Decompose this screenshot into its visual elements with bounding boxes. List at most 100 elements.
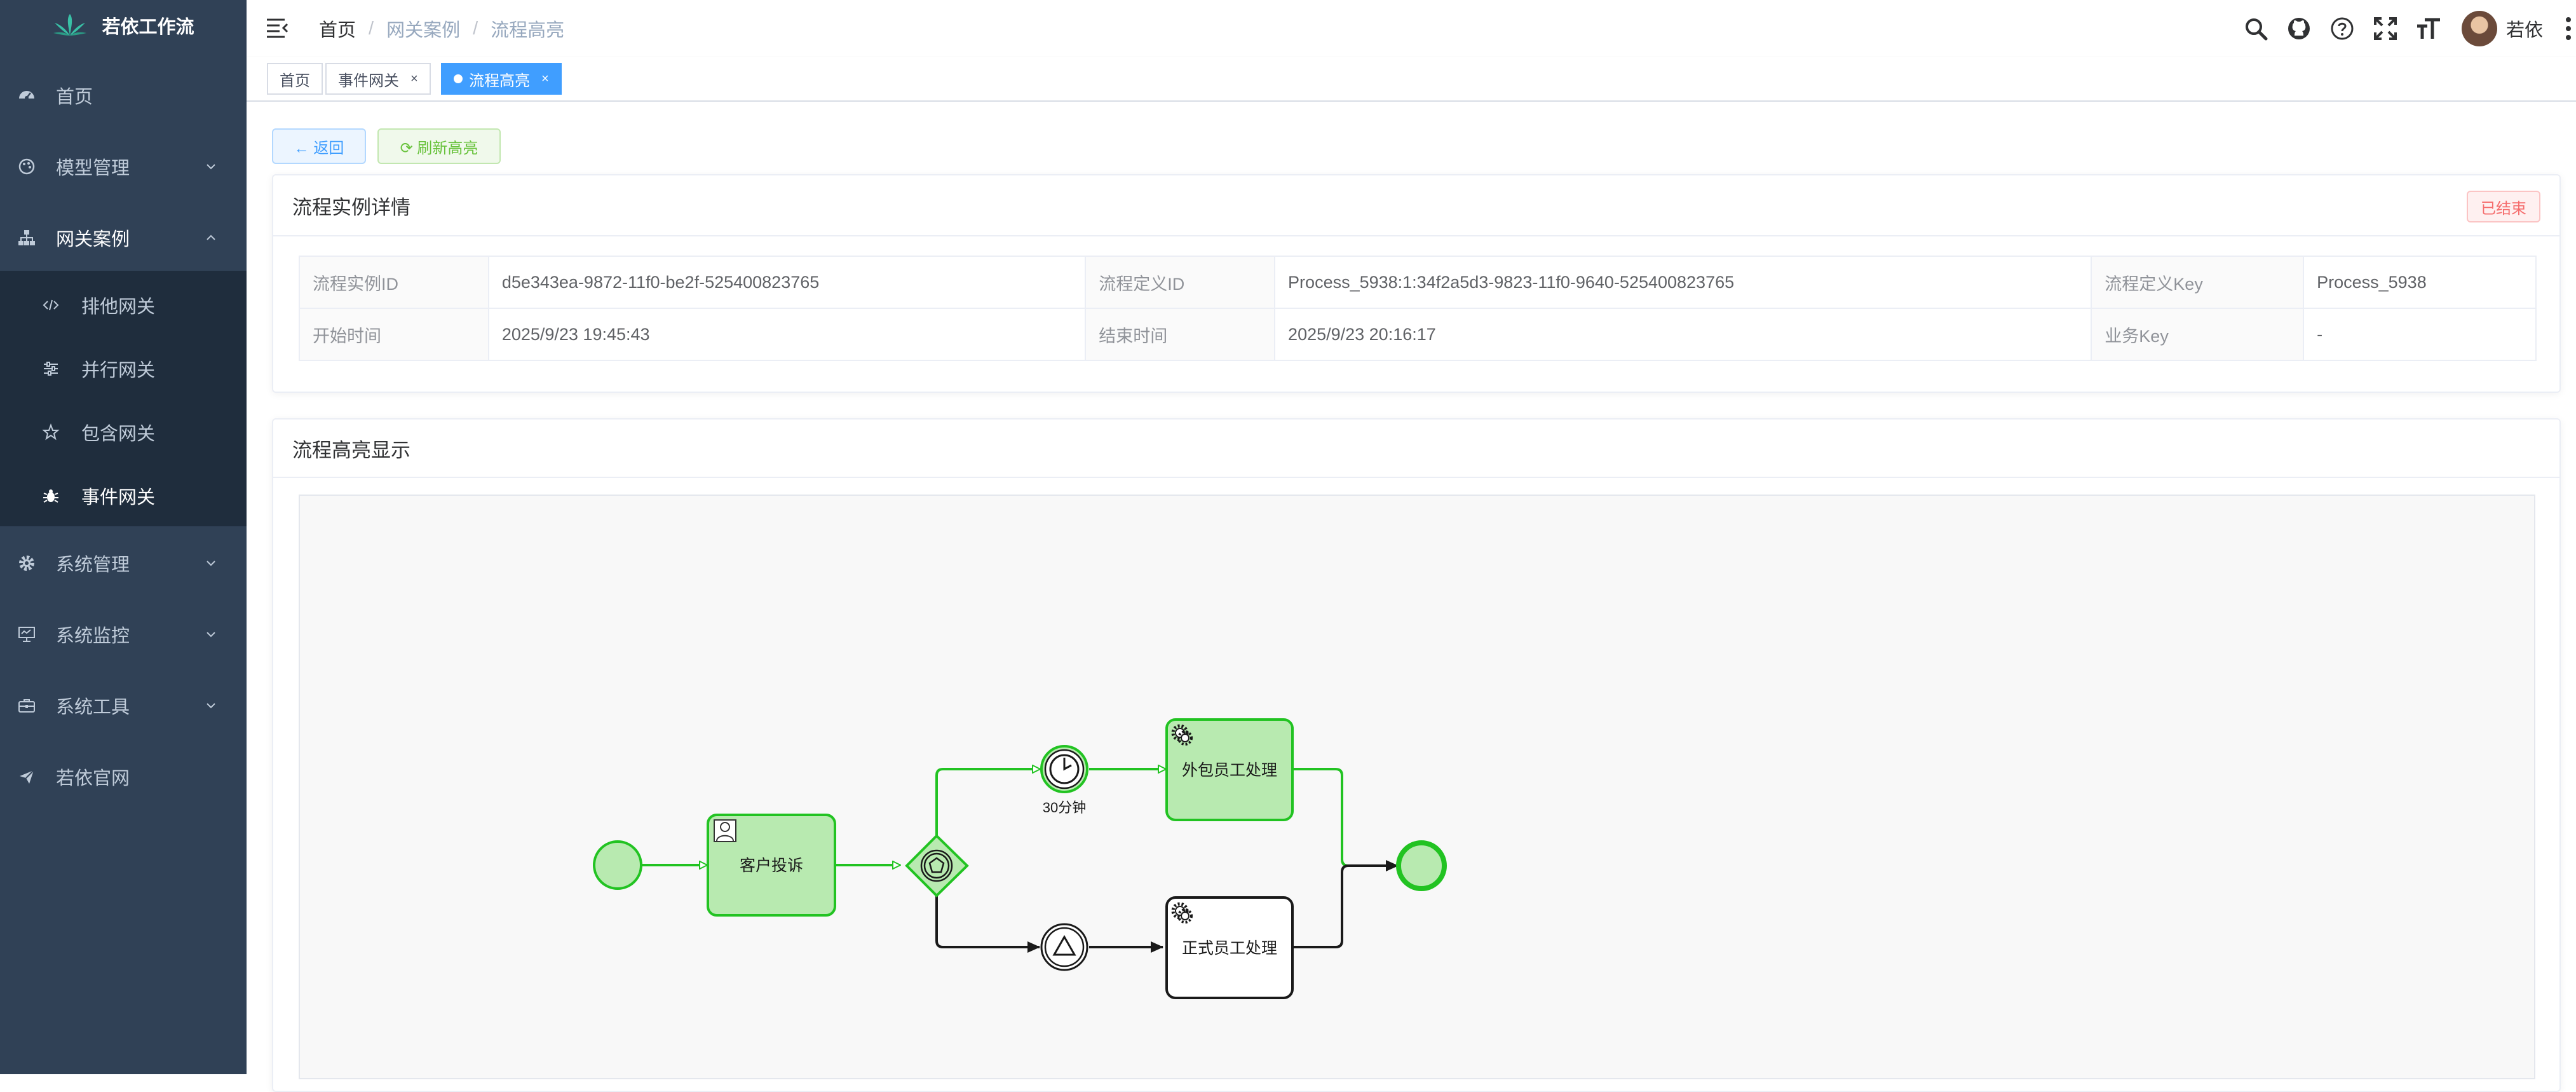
sidebar-item-label: 包含网关 (81, 424, 156, 444)
logo-icon (53, 14, 87, 36)
navbar: 首页 / 网关案例 / 流程高亮 若依 (247, 0, 2576, 57)
field-value: - (2303, 308, 2537, 361)
breadcrumb-item[interactable]: 首页 (319, 15, 356, 42)
sidebar-item-website[interactable]: 若依官网 (0, 741, 247, 812)
close-icon[interactable]: × (541, 72, 549, 86)
start-event[interactable] (593, 840, 642, 890)
sliders-icon (42, 360, 60, 378)
task-outsourced[interactable]: 外包员工处理 (1165, 718, 1294, 821)
fullscreen-icon[interactable] (2371, 15, 2399, 43)
sidebar-item-tools[interactable]: 系统工具 (0, 670, 247, 741)
user-menu[interactable]: 若依 (2461, 11, 2543, 46)
flow-regular-to-end (1292, 860, 1399, 948)
sidebar-item-label: 模型管理 (56, 158, 130, 179)
breadcrumb-item: 网关案例 (386, 20, 461, 41)
flow-outsourced-to-end (1292, 768, 1398, 867)
card-title: 流程高亮显示 (292, 439, 410, 461)
send-icon (17, 767, 37, 787)
signal-event[interactable] (1040, 923, 1088, 971)
search-icon[interactable] (2242, 15, 2270, 43)
sidebar-item-label: 首页 (56, 87, 93, 107)
tree-icon (17, 228, 37, 248)
sidebar-item-label: 排他网关 (81, 297, 156, 317)
table-row: 流程实例ID d5e343ea-9872-11f0-be2f-525400823… (299, 256, 2537, 309)
palette-icon (17, 156, 37, 177)
star-icon (42, 423, 60, 441)
chevron-down-icon (207, 703, 215, 709)
field-label: 流程定义ID (1085, 256, 1276, 309)
sidebar-item-monitor[interactable]: 系统监控 (0, 599, 247, 670)
tag-label: 事件网关 (338, 72, 399, 90)
tag-event-gateway[interactable]: 事件网关 × (325, 63, 431, 95)
right-menu: 若依 (2227, 0, 2576, 57)
field-value: 2025/9/23 20:16:17 (1274, 308, 2092, 361)
active-dot (454, 74, 463, 83)
github-icon[interactable] (2285, 15, 2313, 43)
main-content: ← 返回 ⟳ 刷新高亮 流程实例详情 已结束 流程实例ID d5e343ea-9… (247, 102, 2576, 1092)
field-label: 流程实例ID (299, 256, 489, 309)
status-badge: 已结束 (2467, 191, 2540, 222)
card-header: 流程高亮显示 (273, 420, 2559, 478)
diagram-card: 流程高亮显示 客户投诉 30分钟 外包员工处理 正式员工处理 (272, 418, 2561, 1092)
end-event[interactable] (1396, 840, 1447, 891)
chevron-down-icon (207, 632, 215, 638)
chevron-down-icon (207, 164, 215, 170)
more-vertical-icon[interactable] (2565, 17, 2572, 40)
table-row: 开始时间 2025/9/23 19:45:43 结束时间 2025/9/23 2… (299, 308, 2537, 361)
timer-label: 30分钟 (1043, 800, 1086, 816)
task-label: 外包员工处理 (1182, 761, 1277, 779)
user-icon (714, 819, 736, 842)
chevron-up-icon (207, 235, 215, 240)
chevron-down-icon (207, 561, 215, 566)
tag-process-highlight[interactable]: 流程高亮 × (441, 63, 562, 95)
card-title: 流程实例详情 (292, 196, 410, 219)
breadcrumb-item: 流程高亮 (491, 20, 565, 41)
event-based-gateway[interactable] (905, 834, 969, 897)
monitor-icon (17, 624, 37, 645)
field-value: Process_5938 (2303, 256, 2537, 309)
sidebar-item-event-gateway[interactable]: 事件网关 (0, 464, 247, 528)
bug-icon (42, 487, 60, 505)
tag-home[interactable]: 首页 (267, 63, 323, 95)
app-title: 若依工作流 (102, 17, 194, 38)
help-icon[interactable] (2328, 15, 2356, 43)
refresh-highlight-button[interactable]: ⟳ 刷新高亮 (377, 128, 501, 164)
avatar[interactable] (2461, 11, 2497, 46)
font-size-icon[interactable] (2415, 15, 2443, 43)
user-name[interactable]: 若依 (2506, 15, 2543, 42)
sidebar-item-inclusive-gateway[interactable]: 包含网关 (0, 400, 247, 464)
task-regular-staff[interactable]: 正式员工处理 (1165, 896, 1294, 999)
timer-event[interactable]: 30分钟 (1040, 745, 1088, 816)
close-icon[interactable]: × (410, 72, 418, 86)
sidebar-item-label: 并行网关 (81, 360, 156, 381)
sidebar-item-label: 系统工具 (56, 697, 130, 718)
toolbox-icon (17, 695, 37, 716)
sidebar-item-label: 网关案例 (56, 229, 130, 250)
app-logo[interactable]: 若依工作流 (0, 0, 247, 51)
dashboard-icon (17, 85, 37, 106)
tags-view: 首页 事件网关 × 流程高亮 × (247, 57, 2576, 102)
sidebar-item-home[interactable]: 首页 (0, 60, 247, 131)
sidebar-item-label: 系统监控 (56, 626, 130, 646)
bpmn-diagram: 客户投诉 30分钟 外包员工处理 正式员工处理 (593, 718, 1447, 999)
sidebar-item-model[interactable]: 模型管理 (0, 131, 247, 202)
sidebar-item-exclusive-gateway[interactable]: 排他网关 (0, 273, 247, 337)
bpmn-canvas[interactable]: 客户投诉 30分钟 外包员工处理 正式员工处理 (299, 495, 2535, 1079)
field-label: 流程定义Key (2091, 256, 2305, 309)
back-button[interactable]: ← 返回 (272, 128, 366, 164)
task-customer-complaint[interactable]: 客户投诉 (707, 814, 836, 917)
card-header: 流程实例详情 已结束 (273, 175, 2559, 236)
breadcrumb-separator: / (369, 18, 374, 39)
sidebar-item-system[interactable]: 系统管理 (0, 528, 247, 599)
sidebar: 若依工作流 首页 模型管理 网关案例 排他网关 并行网关 包含网关 事件网关 系… (0, 0, 247, 1074)
sidebar-item-parallel-gateway[interactable]: 并行网关 (0, 337, 247, 400)
sidebar-item-gateway[interactable]: 网关案例 (0, 202, 247, 273)
field-label: 业务Key (2091, 308, 2305, 361)
field-value: 2025/9/23 19:45:43 (487, 308, 1087, 361)
field-value: d5e343ea-9872-11f0-be2f-525400823765 (487, 256, 1087, 309)
instance-detail-card: 流程实例详情 已结束 流程实例ID d5e343ea-9872-11f0-be2… (272, 174, 2561, 393)
flow-gateway-to-signal (935, 893, 1040, 953)
detail-table: 流程实例ID d5e343ea-9872-11f0-be2f-525400823… (299, 256, 2537, 361)
breadcrumb: 首页 / 网关案例 / 流程高亮 (319, 15, 564, 42)
hamburger-icon[interactable] (266, 17, 290, 39)
